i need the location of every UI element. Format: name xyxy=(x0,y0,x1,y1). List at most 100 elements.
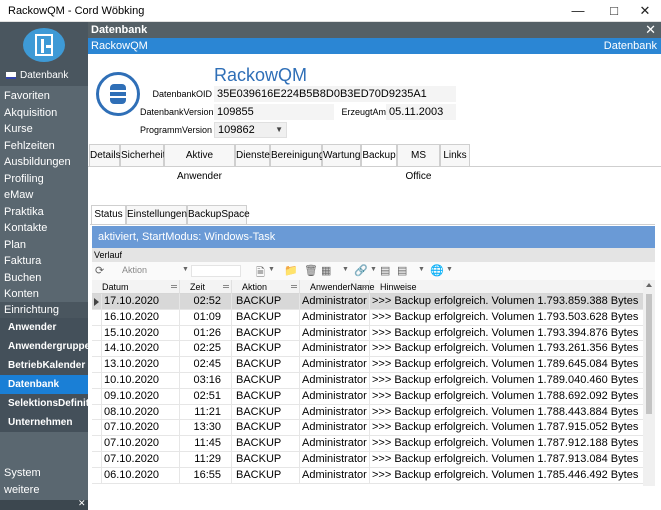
grid-layout-icon[interactable]: ▤ xyxy=(380,264,390,277)
globe-chevron-icon[interactable]: ▼ xyxy=(446,266,453,273)
cell-zeit: 11:29 xyxy=(180,452,232,467)
open-folder-icon[interactable]: 📁 xyxy=(284,264,298,277)
sidebar-item-ausbildungen[interactable]: Ausbildungen xyxy=(0,154,88,170)
minimize-icon[interactable]: — xyxy=(560,0,596,22)
table-row[interactable]: 17.10.2020 02:52 BACKUP Administrator >>> Ba… xyxy=(92,294,643,310)
tab-aktive-anwender[interactable]: Aktive Anwender xyxy=(164,144,235,182)
record-type: Datenbank xyxy=(603,40,657,52)
sidebar-item-kontakte[interactable]: Kontakte xyxy=(0,220,88,236)
close-module-icon[interactable]: ✕ xyxy=(645,22,656,38)
cell-aktion: BACKUP xyxy=(232,452,300,467)
sidebar-subitem-datenbank[interactable]: Datenbank xyxy=(0,375,88,394)
cell-datum: 10.10.2020 xyxy=(102,373,180,388)
sidebar-bottom-bar: ✕ xyxy=(0,498,88,510)
sidebar-subitem-betriebkalender[interactable]: BetriebKalender xyxy=(0,356,88,375)
sidebar-item-plan[interactable]: Plan xyxy=(0,237,88,253)
filter-icon[interactable] xyxy=(361,285,367,288)
backup-history-table: Datum Zeit Aktion AnwenderName Hinweise … xyxy=(92,280,643,486)
cell-datum: 17.10.2020 xyxy=(102,294,180,309)
scroll-thumb[interactable] xyxy=(646,294,652,414)
close-icon[interactable]: ✕ xyxy=(627,0,661,22)
table-row[interactable]: 14.10.2020 02:25 BACKUP Administrator >>> Ba… xyxy=(92,341,643,358)
sidebar-section-einrichtung[interactable]: Einrichtung xyxy=(0,302,88,318)
table-row[interactable]: 13.10.2020 02:45 BACKUP Administrator >>> Ba… xyxy=(92,357,643,373)
subtab-status[interactable]: Status xyxy=(91,205,126,225)
column-anwendername[interactable]: AnwenderName xyxy=(300,280,375,294)
refresh-icon[interactable]: ⟳ xyxy=(95,264,104,277)
new-document-chevron-icon[interactable]: ▼ xyxy=(268,266,275,273)
link-chevron-icon[interactable]: ▼ xyxy=(370,266,377,273)
table-scrollbar[interactable] xyxy=(643,280,655,486)
cell-datum: 16.10.2020 xyxy=(102,309,180,325)
row-indicator xyxy=(92,294,102,309)
cell-hinweise: >>> Backup erfolgreich. Volumen 1.789.64… xyxy=(372,358,639,371)
action-dropdown-chevron-icon[interactable]: ▼ xyxy=(182,266,189,273)
subtab-backupspace[interactable]: BackupSpace xyxy=(187,205,250,224)
columns-chevron-icon[interactable]: ▼ xyxy=(342,266,349,273)
globe-icon[interactable]: 🌐 xyxy=(430,264,444,277)
sidebar-subitem-anwendergruppen[interactable]: Anwendergruppen xyxy=(0,337,88,356)
table-row[interactable]: 07.10.2020 13:30 BACKUP Administrator >>> Ba… xyxy=(92,420,643,437)
column-zeit[interactable]: Zeit xyxy=(180,280,232,294)
table-row[interactable]: 07.10.2020 11:29 BACKUP Administrator >>> Ba… xyxy=(92,452,643,468)
filter-icon[interactable] xyxy=(223,285,229,288)
cell-hinweise: >>> Backup erfolgreich. Volumen 1.793.39… xyxy=(372,326,639,339)
cell-aktion: BACKUP xyxy=(232,325,300,341)
tab-backup[interactable]: Backup xyxy=(361,144,397,167)
row-indicator xyxy=(92,420,102,436)
columns-icon[interactable]: ▦ xyxy=(321,264,331,277)
sidebar-item-akquisition[interactable]: Akquisition xyxy=(0,105,88,121)
link-icon[interactable]: 🔗 xyxy=(354,264,368,277)
sidebar-item-favoriten[interactable]: Favoriten xyxy=(0,88,88,104)
sidebar-subitem-unternehmen[interactable]: Unternehmen xyxy=(0,413,88,432)
column-hinweise-label: Hinweise xyxy=(380,282,417,292)
cell-aktion: BACKUP xyxy=(232,294,300,309)
subtab-einstellungen[interactable]: Einstellungen xyxy=(126,205,187,224)
tab-dienste[interactable]: Dienste xyxy=(235,144,270,166)
verlauf-label: Verlauf xyxy=(92,248,655,262)
view-chevron-icon[interactable]: ▼ xyxy=(418,266,425,273)
record-header: RackowQM Datenbank xyxy=(88,38,661,54)
sidebar-db-row[interactable]: Datenbank xyxy=(0,66,88,86)
filter-icon[interactable] xyxy=(291,285,297,288)
tab-wartung[interactable]: Wartung xyxy=(322,144,361,166)
tab-ms-office[interactable]: MS Office xyxy=(397,144,440,182)
cell-datum: 08.10.2020 xyxy=(102,404,180,420)
close-panel-icon[interactable]: ✕ xyxy=(78,498,86,509)
sidebar-item-fehlzeiten[interactable]: Fehlzeiten xyxy=(0,138,88,154)
table-row[interactable]: 16.10.2020 01:09 BACKUP Administrator >>> Ba… xyxy=(92,309,643,326)
delete-icon[interactable]: 🗑 xyxy=(304,264,318,277)
sidebar-item-profiling[interactable]: Profiling xyxy=(0,171,88,187)
column-datum[interactable]: Datum xyxy=(92,280,180,294)
tab-bereinigung[interactable]: Bereinigung xyxy=(270,144,324,166)
sidebar-item-faktura[interactable]: Faktura xyxy=(0,253,88,269)
sidebar-subitem-selektionsdefinition[interactable]: SelektionsDefinitio... xyxy=(0,394,88,413)
sidebar-item-buchen[interactable]: Buchen xyxy=(0,270,88,286)
program-version-select[interactable]: 109862 ▼ xyxy=(214,122,287,138)
tab-sicherheit[interactable]: Sicherheit xyxy=(120,144,165,166)
cell-anwendername: Administrator xyxy=(300,388,370,404)
column-hinweise[interactable]: Hinweise xyxy=(370,280,643,294)
table-row[interactable]: 09.10.2020 02:51 BACKUP Administrator >>> Ba… xyxy=(92,388,643,405)
sidebar-item-kurse[interactable]: Kurse xyxy=(0,121,88,137)
table-row[interactable]: 07.10.2020 11:45 BACKUP Administrator >>> Ba… xyxy=(92,436,643,452)
sidebar-item-konten[interactable]: Konten xyxy=(0,286,88,302)
tab-links[interactable]: Links xyxy=(440,144,470,166)
cell-aktion: BACKUP xyxy=(232,420,300,436)
sidebar-item-praktika[interactable]: Praktika xyxy=(0,204,88,220)
action-filter-input[interactable] xyxy=(191,265,241,277)
sidebar-item-emaw[interactable]: eMaw xyxy=(0,187,88,203)
sidebar-item-weitere[interactable]: weitere xyxy=(0,482,88,498)
table-row[interactable]: 10.10.2020 03:16 BACKUP Administrator >>> Ba… xyxy=(92,373,643,389)
table-row[interactable]: 08.10.2020 11:21 BACKUP Administrator >>> Ba… xyxy=(92,404,643,421)
filter-icon[interactable] xyxy=(171,285,177,288)
table-row[interactable]: 06.10.2020 16:55 BACKUP Administrator >>> Ba… xyxy=(92,467,643,484)
scroll-up-icon[interactable] xyxy=(646,283,652,287)
action-dropdown-label[interactable]: Aktion xyxy=(122,265,147,275)
column-aktion[interactable]: Aktion xyxy=(232,280,300,294)
list-view-icon[interactable]: ▤ xyxy=(397,264,407,277)
sidebar-item-system[interactable]: System xyxy=(0,465,88,481)
sidebar-subitem-anwender[interactable]: Anwender xyxy=(0,318,88,337)
tab-details[interactable]: Details xyxy=(89,144,121,166)
table-row[interactable]: 15.10.2020 01:26 BACKUP Administrator >>> Ba… xyxy=(92,325,643,342)
